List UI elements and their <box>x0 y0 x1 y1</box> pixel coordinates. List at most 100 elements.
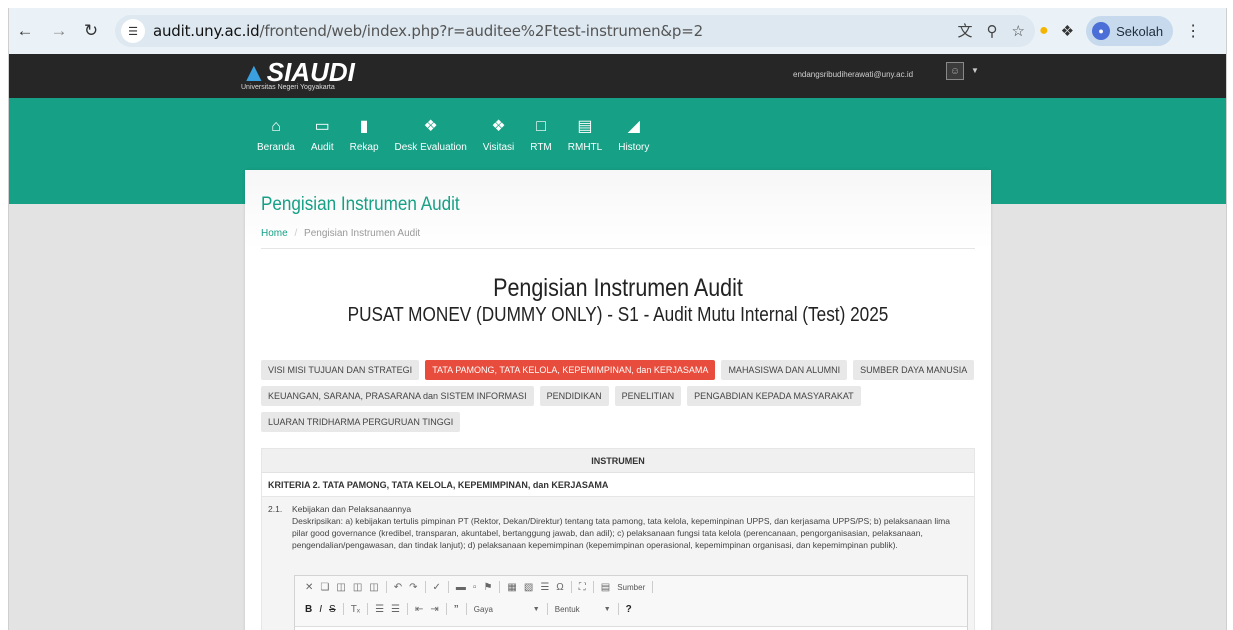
menu-label: Audit <box>310 142 334 153</box>
source-button-label[interactable]: Sumber <box>617 583 645 592</box>
address-bar[interactable]: ☰ audit.uny.ac.id/frontend/web/index.php… <box>115 15 1035 47</box>
menu-item-rtm[interactable]: □ RTM <box>522 116 559 153</box>
outdent-icon[interactable]: ⇤ <box>415 604 423 615</box>
blockquote-icon[interactable]: ” <box>454 604 459 615</box>
paste-icon[interactable]: ◫ <box>336 582 345 593</box>
style-select[interactable]: Gaya <box>474 605 526 614</box>
divider <box>261 248 975 249</box>
help-icon[interactable]: ? <box>626 604 632 615</box>
toolbar-separator <box>367 603 369 615</box>
screenshot-frame: ← → ↻ ☰ audit.uny.ac.id/frontend/web/ind… <box>8 8 1227 630</box>
tab-sdm[interactable]: SUMBER DAYA MANUSIA <box>853 360 975 380</box>
breadcrumb: Home / Pengisian Instrumen Audit <box>261 228 420 239</box>
tab-tata-pamong[interactable]: TATA PAMONG, TATA KELOLA, KEPEMIMPINAN, … <box>425 360 716 380</box>
site-logo[interactable]: ▲​SIAUDI Universitas Negeri Yogyakarta <box>241 58 355 91</box>
url-host: audit.uny.ac.id <box>153 22 260 40</box>
menu-item-rekap[interactable]: ▮ Rekap <box>342 116 387 153</box>
chevron-down-icon[interactable]: ▼ <box>604 606 611 613</box>
paste-word-icon[interactable]: ◫ <box>369 582 378 593</box>
menu-label: History <box>618 142 650 153</box>
site-topbar <box>9 54 1226 98</box>
maximize-icon[interactable]: ⛶ <box>579 582 586 593</box>
horizontal-line-icon[interactable]: ☰ <box>540 582 549 593</box>
breadcrumb-current: Pengisian Instrumen Audit <box>304 228 421 239</box>
back-icon[interactable]: ← <box>11 17 39 45</box>
copy-icon[interactable]: ❏ <box>320 582 329 593</box>
toolbar-separator <box>407 603 409 615</box>
logo-mark-icon: ▲​ <box>241 57 267 87</box>
user-avatar-icon[interactable]: ☺ <box>946 62 964 80</box>
home-icon: ⌂ <box>271 118 281 135</box>
strikethrough-icon[interactable]: S <box>329 604 336 615</box>
site-settings-icon[interactable]: ☰ <box>121 19 145 43</box>
tab-keuangan[interactable]: KEUANGAN, SARANA, PRASARANA dan SISTEM I… <box>261 386 534 406</box>
editor-toolbar-row-1: ✕ ❏ ◫ ◫ ◫ ↶ ↷ ✓ ▬ ▫ ⚑ ▦ ▧ ☰ Ω ⛶ ▤ Sumber <box>295 576 967 598</box>
browser-toolbar: ← → ↻ ☰ audit.uny.ac.id/frontend/web/ind… <box>9 8 1226 54</box>
item-description: Deskripsikan: a) kebijakan tertulis pimp… <box>292 516 950 550</box>
bold-icon[interactable]: B <box>305 604 312 615</box>
extensions-icon[interactable]: ❖ <box>1061 22 1074 40</box>
redo-icon[interactable]: ↷ <box>409 582 417 593</box>
menu-label: Desk Evaluation <box>394 142 467 153</box>
forward-icon[interactable]: → <box>45 17 73 45</box>
kriteria-row: KRITERIA 2. TATA PAMONG, TATA KELOLA, KE… <box>262 473 974 497</box>
italic-icon[interactable]: I <box>319 604 322 615</box>
chevron-down-icon[interactable]: ▼ <box>533 606 540 613</box>
zoom-icon[interactable]: ⚲ <box>987 22 998 40</box>
comment-icon: ❖ <box>491 118 506 135</box>
instrument-table: INSTRUMEN KRITERIA 2. TATA PAMONG, TATA … <box>261 448 975 630</box>
menu-label: Rekap <box>349 142 379 153</box>
comments-icon: ❖ <box>423 118 438 135</box>
url-text[interactable]: audit.uny.ac.id/frontend/web/index.php?r… <box>153 22 703 40</box>
tab-mahasiswa[interactable]: MAHASISWA DAN ALUMNI <box>721 360 848 380</box>
format-select[interactable]: Bentuk <box>555 605 597 614</box>
menu-item-history[interactable]: ◢ History <box>610 116 657 153</box>
source-icon[interactable]: ▤ <box>601 582 610 593</box>
menu-item-audit[interactable]: ▭ Audit <box>303 116 342 153</box>
user-email[interactable]: endangsribudiherawati@uny.ac.id <box>793 70 913 79</box>
editor-row: ✕ ❏ ◫ ◫ ◫ ↶ ↷ ✓ ▬ ▫ ⚑ ▦ ▧ ☰ Ω ⛶ ▤ Sumber… <box>262 571 974 630</box>
spellcheck-icon[interactable]: ✓ <box>433 582 441 593</box>
list-icon: ▤ <box>577 118 593 135</box>
menu-item-rmhtl[interactable]: ▤ RMHTL <box>560 116 610 153</box>
tab-luaran[interactable]: LUARAN TRIDHARMA PERGURUAN TINGGI <box>261 412 461 432</box>
chevron-down-icon[interactable]: ▼ <box>971 66 979 75</box>
criteria-tabs: VISI MISI TUJUAN DAN STRATEGI TATA PAMON… <box>261 360 981 432</box>
tab-pendidikan[interactable]: PENDIDIKAN <box>539 386 609 406</box>
numbered-list-icon[interactable]: ☰ <box>375 604 384 615</box>
profile-button[interactable]: ● Sekolah <box>1086 16 1174 46</box>
toolbar-separator <box>617 603 619 615</box>
image-icon[interactable]: ▦ <box>507 582 516 593</box>
tab-visi-misi[interactable]: VISI MISI TUJUAN DAN STRATEGI <box>261 360 420 380</box>
menu-item-desk-evaluation[interactable]: ❖ Desk Evaluation <box>387 116 475 153</box>
toolbar-separator <box>342 603 344 615</box>
document-icon: □ <box>536 118 546 135</box>
anchor-flag-icon[interactable]: ⚑ <box>483 582 492 593</box>
url-path: /frontend/web/index.php?r=auditee%2Ftest… <box>259 22 703 40</box>
unlink-icon[interactable]: ▫ <box>473 582 477 593</box>
link-icon[interactable]: ▬ <box>456 582 466 593</box>
toolbar-separator <box>424 581 426 593</box>
undo-icon[interactable]: ↶ <box>394 582 402 593</box>
menu-kebab-icon[interactable]: ⋮ <box>1185 21 1201 41</box>
tab-penelitian[interactable]: PENELITIAN <box>614 386 682 406</box>
toolbar-separator <box>445 603 447 615</box>
translate-icon[interactable]: 文 <box>958 20 973 41</box>
bookmark-star-icon[interactable]: ☆ <box>1012 22 1025 40</box>
paste-text-icon[interactable]: ◫ <box>353 582 362 593</box>
indent-icon[interactable]: ⇥ <box>430 604 438 615</box>
breadcrumb-home[interactable]: Home <box>261 228 288 239</box>
table-icon[interactable]: ▧ <box>524 582 533 593</box>
remove-format-icon[interactable]: Tₓ <box>351 604 360 615</box>
cut-icon[interactable]: ✕ <box>305 582 313 593</box>
bulleted-list-icon[interactable]: ☰ <box>391 604 400 615</box>
menu-item-beranda[interactable]: ⌂ Beranda <box>249 116 303 153</box>
special-char-icon[interactable]: Ω <box>556 582 563 593</box>
editor-content-area[interactable] <box>295 626 967 630</box>
menu-item-visitasi[interactable]: ❖ Visitasi <box>475 116 523 153</box>
tab-pengabdian[interactable]: PENGABDIAN KEPADA MASYARAKAT <box>687 386 861 406</box>
lightbulb-icon[interactable]: ● <box>1039 22 1049 40</box>
reload-icon[interactable]: ↻ <box>77 17 105 45</box>
monitor-icon: ▭ <box>314 118 330 135</box>
toolbar-separator <box>499 581 501 593</box>
